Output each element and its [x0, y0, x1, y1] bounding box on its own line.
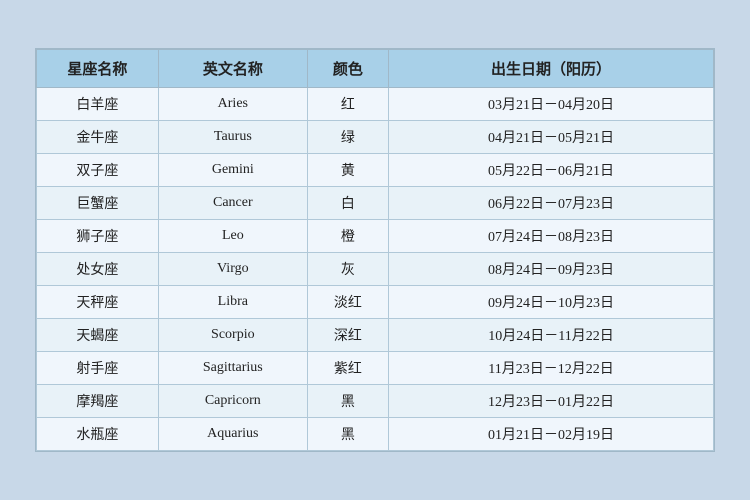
cell-chinese: 天蝎座: [37, 319, 159, 352]
cell-date: 04月21日－05月21日: [389, 121, 714, 154]
cell-english: Aries: [158, 88, 307, 121]
header-chinese: 星座名称: [37, 50, 159, 88]
cell-english: Scorpio: [158, 319, 307, 352]
cell-color: 白: [307, 187, 388, 220]
cell-color: 灰: [307, 253, 388, 286]
header-color: 颜色: [307, 50, 388, 88]
table-row: 摩羯座Capricorn黑12月23日－01月22日: [37, 385, 714, 418]
cell-chinese: 金牛座: [37, 121, 159, 154]
cell-chinese: 摩羯座: [37, 385, 159, 418]
cell-color: 绿: [307, 121, 388, 154]
cell-english: Sagittarius: [158, 352, 307, 385]
header-date: 出生日期（阳历）: [389, 50, 714, 88]
table-row: 双子座Gemini黄05月22日－06月21日: [37, 154, 714, 187]
cell-english: Aquarius: [158, 418, 307, 451]
table-row: 射手座Sagittarius紫红11月23日－12月22日: [37, 352, 714, 385]
cell-date: 12月23日－01月22日: [389, 385, 714, 418]
cell-english: Virgo: [158, 253, 307, 286]
cell-color: 淡红: [307, 286, 388, 319]
cell-date: 10月24日－11月22日: [389, 319, 714, 352]
cell-english: Libra: [158, 286, 307, 319]
table-row: 白羊座Aries红03月21日－04月20日: [37, 88, 714, 121]
table-row: 水瓶座Aquarius黑01月21日－02月19日: [37, 418, 714, 451]
table-row: 巨蟹座Cancer白06月22日－07月23日: [37, 187, 714, 220]
cell-color: 红: [307, 88, 388, 121]
table-row: 狮子座Leo橙07月24日－08月23日: [37, 220, 714, 253]
table-row: 天蝎座Scorpio深红10月24日－11月22日: [37, 319, 714, 352]
table-row: 处女座Virgo灰08月24日－09月23日: [37, 253, 714, 286]
cell-english: Leo: [158, 220, 307, 253]
table-row: 天秤座Libra淡红09月24日－10月23日: [37, 286, 714, 319]
cell-english: Cancer: [158, 187, 307, 220]
cell-color: 黑: [307, 418, 388, 451]
table-header-row: 星座名称 英文名称 颜色 出生日期（阳历）: [37, 50, 714, 88]
cell-english: Gemini: [158, 154, 307, 187]
header-english: 英文名称: [158, 50, 307, 88]
cell-date: 06月22日－07月23日: [389, 187, 714, 220]
cell-chinese: 天秤座: [37, 286, 159, 319]
cell-date: 03月21日－04月20日: [389, 88, 714, 121]
zodiac-table-container: 星座名称 英文名称 颜色 出生日期（阳历） 白羊座Aries红03月21日－04…: [35, 48, 715, 452]
cell-color: 黄: [307, 154, 388, 187]
table-row: 金牛座Taurus绿04月21日－05月21日: [37, 121, 714, 154]
cell-chinese: 狮子座: [37, 220, 159, 253]
cell-date: 05月22日－06月21日: [389, 154, 714, 187]
cell-color: 紫红: [307, 352, 388, 385]
cell-date: 07月24日－08月23日: [389, 220, 714, 253]
cell-date: 08月24日－09月23日: [389, 253, 714, 286]
cell-chinese: 白羊座: [37, 88, 159, 121]
cell-chinese: 水瓶座: [37, 418, 159, 451]
cell-chinese: 巨蟹座: [37, 187, 159, 220]
cell-color: 深红: [307, 319, 388, 352]
cell-english: Taurus: [158, 121, 307, 154]
cell-date: 01月21日－02月19日: [389, 418, 714, 451]
zodiac-table: 星座名称 英文名称 颜色 出生日期（阳历） 白羊座Aries红03月21日－04…: [36, 49, 714, 451]
cell-date: 11月23日－12月22日: [389, 352, 714, 385]
cell-chinese: 双子座: [37, 154, 159, 187]
cell-chinese: 处女座: [37, 253, 159, 286]
cell-date: 09月24日－10月23日: [389, 286, 714, 319]
cell-color: 橙: [307, 220, 388, 253]
cell-color: 黑: [307, 385, 388, 418]
cell-chinese: 射手座: [37, 352, 159, 385]
cell-english: Capricorn: [158, 385, 307, 418]
